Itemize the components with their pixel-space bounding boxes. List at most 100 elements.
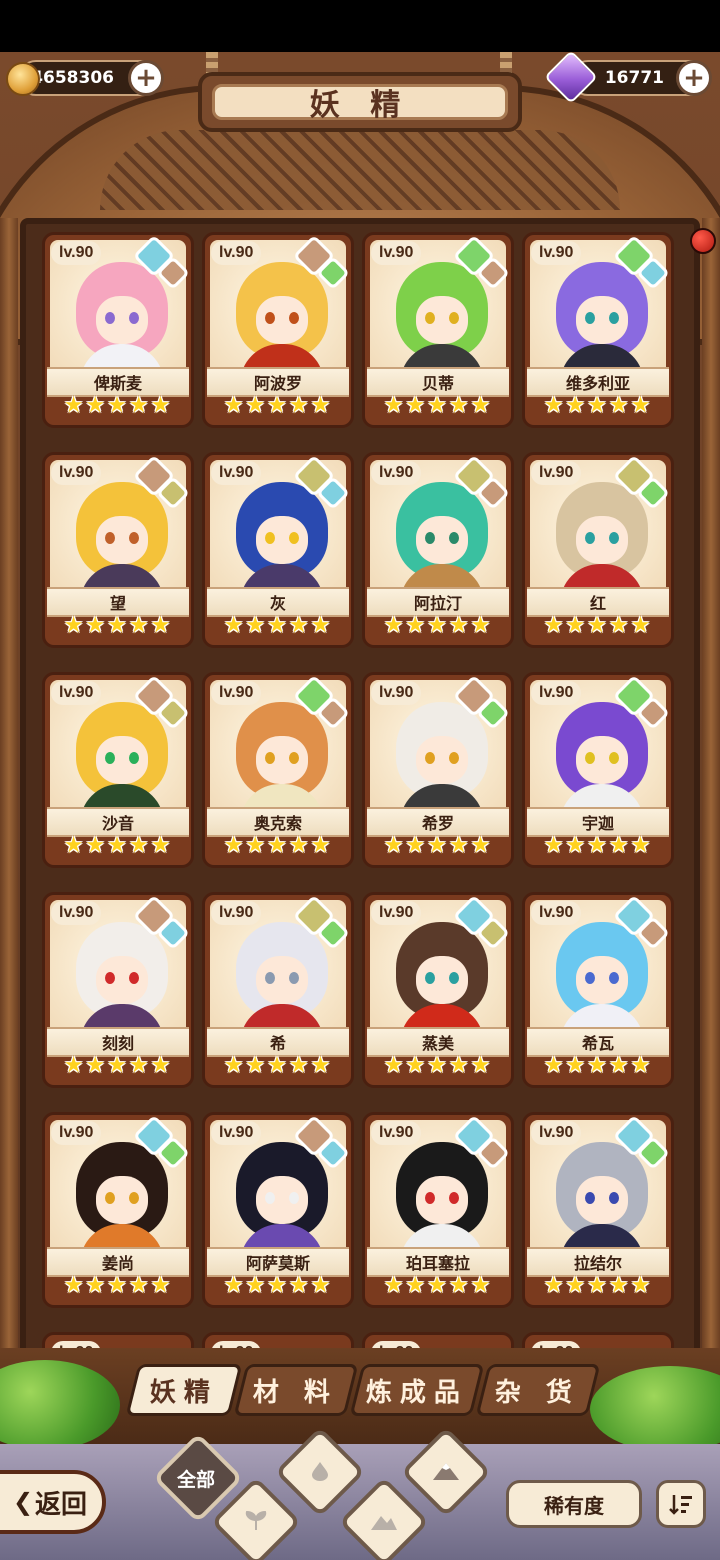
level-badge: lv.90 — [371, 1121, 422, 1145]
fairy-eye — [449, 532, 459, 544]
fairy-eye — [425, 312, 435, 324]
star-rating: ★★★★★ — [525, 1271, 671, 1301]
fairy-eye — [289, 972, 299, 984]
fairy-face — [96, 516, 148, 564]
fairy-eye — [105, 532, 115, 544]
fairy-card[interactable]: lv.90 阿拉汀 ★★★★★ — [362, 452, 514, 648]
level-badge: lv.90 — [51, 901, 102, 925]
fairy-face — [256, 736, 308, 784]
star-rating-stars: ★★★★★ — [543, 613, 653, 638]
star-rating-stars: ★★★★★ — [63, 1053, 173, 1078]
fairy-card[interactable]: lv.90 维多利亚 ★★★★★ — [522, 232, 674, 428]
level-badge: lv.90 — [211, 461, 262, 485]
fairy-card[interactable]: lv.90 阿萨莫斯 ★★★★★ — [202, 1112, 354, 1308]
fairy-eye — [425, 972, 435, 984]
star-rating: ★★★★★ — [205, 831, 351, 861]
level-badge: lv.90 — [531, 241, 582, 265]
fairy-eye — [105, 312, 115, 324]
star-rating-stars: ★★★★★ — [543, 833, 653, 858]
star-rating-stars: ★★★★★ — [223, 393, 333, 418]
fairy-face — [96, 1176, 148, 1224]
tab-fairies-label: 妖精 — [149, 1377, 218, 1408]
tab-goods-label: 杂 货 — [495, 1377, 581, 1408]
fairy-card[interactable]: lv.90 贝蒂 ★★★★★ — [362, 232, 514, 428]
fairy-face — [576, 296, 628, 344]
fairy-card[interactable]: lv.90 奥克索 ★★★★★ — [202, 672, 354, 868]
fairy-eye — [129, 312, 139, 324]
fairy-card[interactable]: lv.90 希罗 ★★★★★ — [362, 672, 514, 868]
star-rating: ★★★★★ — [525, 1051, 671, 1081]
level-badge: lv.90 — [211, 681, 262, 705]
fairy-card[interactable]: lv.90 刻刻 ★★★★★ — [42, 892, 194, 1088]
star-rating-stars: ★★★★★ — [543, 1273, 653, 1298]
fairy-face — [416, 736, 468, 784]
game-screen: 34658306 + 16771 + 妖 精 lv.90 俾斯麦 ★★★★★ lv.9… — [0, 0, 720, 1560]
fairy-card[interactable]: lv.90 灰 ★★★★★ — [202, 452, 354, 648]
fairy-card[interactable]: lv.90 俾斯麦 ★★★★★ — [42, 232, 194, 428]
back-button[interactable]: ❮ 返回 — [0, 1470, 106, 1534]
level-badge: lv.90 — [211, 1121, 262, 1145]
fairy-eye — [609, 1192, 619, 1204]
fairy-eye — [289, 312, 299, 324]
fairy-card[interactable]: lv.90 望 ★★★★★ — [42, 452, 194, 648]
fairy-eye — [585, 972, 595, 984]
star-rating-stars: ★★★★★ — [63, 833, 173, 858]
fairy-eye — [449, 972, 459, 984]
star-rating: ★★★★★ — [205, 1051, 351, 1081]
star-rating: ★★★★★ — [45, 831, 191, 861]
fairy-eye — [449, 312, 459, 324]
star-rating-stars: ★★★★★ — [223, 1053, 333, 1078]
tab-products[interactable]: 炼成品 — [349, 1364, 485, 1416]
fairy-eye — [449, 1192, 459, 1204]
fairy-card[interactable]: lv.90 珀耳塞拉 ★★★★★ — [362, 1112, 514, 1308]
fairy-card[interactable]: lv.90 阿波罗 ★★★★★ — [202, 232, 354, 428]
sort-rarity-button[interactable]: 稀有度 — [506, 1480, 642, 1528]
fairy-eye — [585, 1192, 595, 1204]
fairy-card[interactable]: lv.90 沙音 ★★★★★ — [42, 672, 194, 868]
star-rating-stars: ★★★★★ — [223, 613, 333, 638]
gem-amount: 16771 — [604, 68, 664, 88]
star-rating: ★★★★★ — [205, 611, 351, 641]
fairy-card[interactable]: lv.90 拉结尔 ★★★★★ — [522, 1112, 674, 1308]
add-gems-button[interactable]: + — [676, 60, 712, 96]
tab-fairies[interactable]: 妖精 — [125, 1364, 243, 1416]
tab-materials[interactable]: 材 料 — [233, 1364, 359, 1416]
fairy-eye — [129, 752, 139, 764]
fairy-face — [96, 736, 148, 784]
ladybug-icon[interactable] — [690, 228, 716, 254]
star-rating-stars: ★★★★★ — [383, 393, 493, 418]
level-badge: lv.90 — [51, 681, 102, 705]
star-rating-stars: ★★★★★ — [223, 1273, 333, 1298]
sort-order-button[interactable] — [656, 1480, 706, 1528]
fairy-eye — [105, 1192, 115, 1204]
add-coins-button[interactable]: + — [128, 60, 164, 96]
star-rating-stars: ★★★★★ — [63, 613, 173, 638]
fairy-card[interactable]: lv.90 蒸美 ★★★★★ — [362, 892, 514, 1088]
star-rating: ★★★★★ — [45, 391, 191, 421]
fairy-card[interactable]: lv.90 希 ★★★★★ — [202, 892, 354, 1088]
fairy-face — [576, 736, 628, 784]
star-rating: ★★★★★ — [45, 1271, 191, 1301]
tab-goods[interactable]: 杂 货 — [475, 1364, 601, 1416]
fairy-face — [576, 1176, 628, 1224]
fairy-card[interactable]: lv.90 姜尚 ★★★★★ — [42, 1112, 194, 1308]
fairy-eye — [105, 972, 115, 984]
level-badge: lv.90 — [51, 461, 102, 485]
fairy-face — [576, 516, 628, 564]
level-badge: lv.90 — [371, 241, 422, 265]
fairy-face — [416, 516, 468, 564]
fairy-eye — [265, 972, 275, 984]
fairy-card[interactable]: lv.90 希瓦 ★★★★★ — [522, 892, 674, 1088]
star-rating: ★★★★★ — [365, 831, 511, 861]
fairy-card[interactable]: lv.90 红 ★★★★★ — [522, 452, 674, 648]
fairy-eye — [609, 312, 619, 324]
fairy-card[interactable]: lv.90 宇迦 ★★★★★ — [522, 672, 674, 868]
fairy-face — [416, 956, 468, 1004]
fairy-face — [96, 296, 148, 344]
fairy-eye — [129, 972, 139, 984]
star-rating-stars: ★★★★★ — [63, 393, 173, 418]
level-badge: lv.90 — [531, 1121, 582, 1145]
fairy-eye — [609, 972, 619, 984]
tab-products-label: 炼成品 — [365, 1377, 468, 1408]
star-rating-stars: ★★★★★ — [383, 833, 493, 858]
